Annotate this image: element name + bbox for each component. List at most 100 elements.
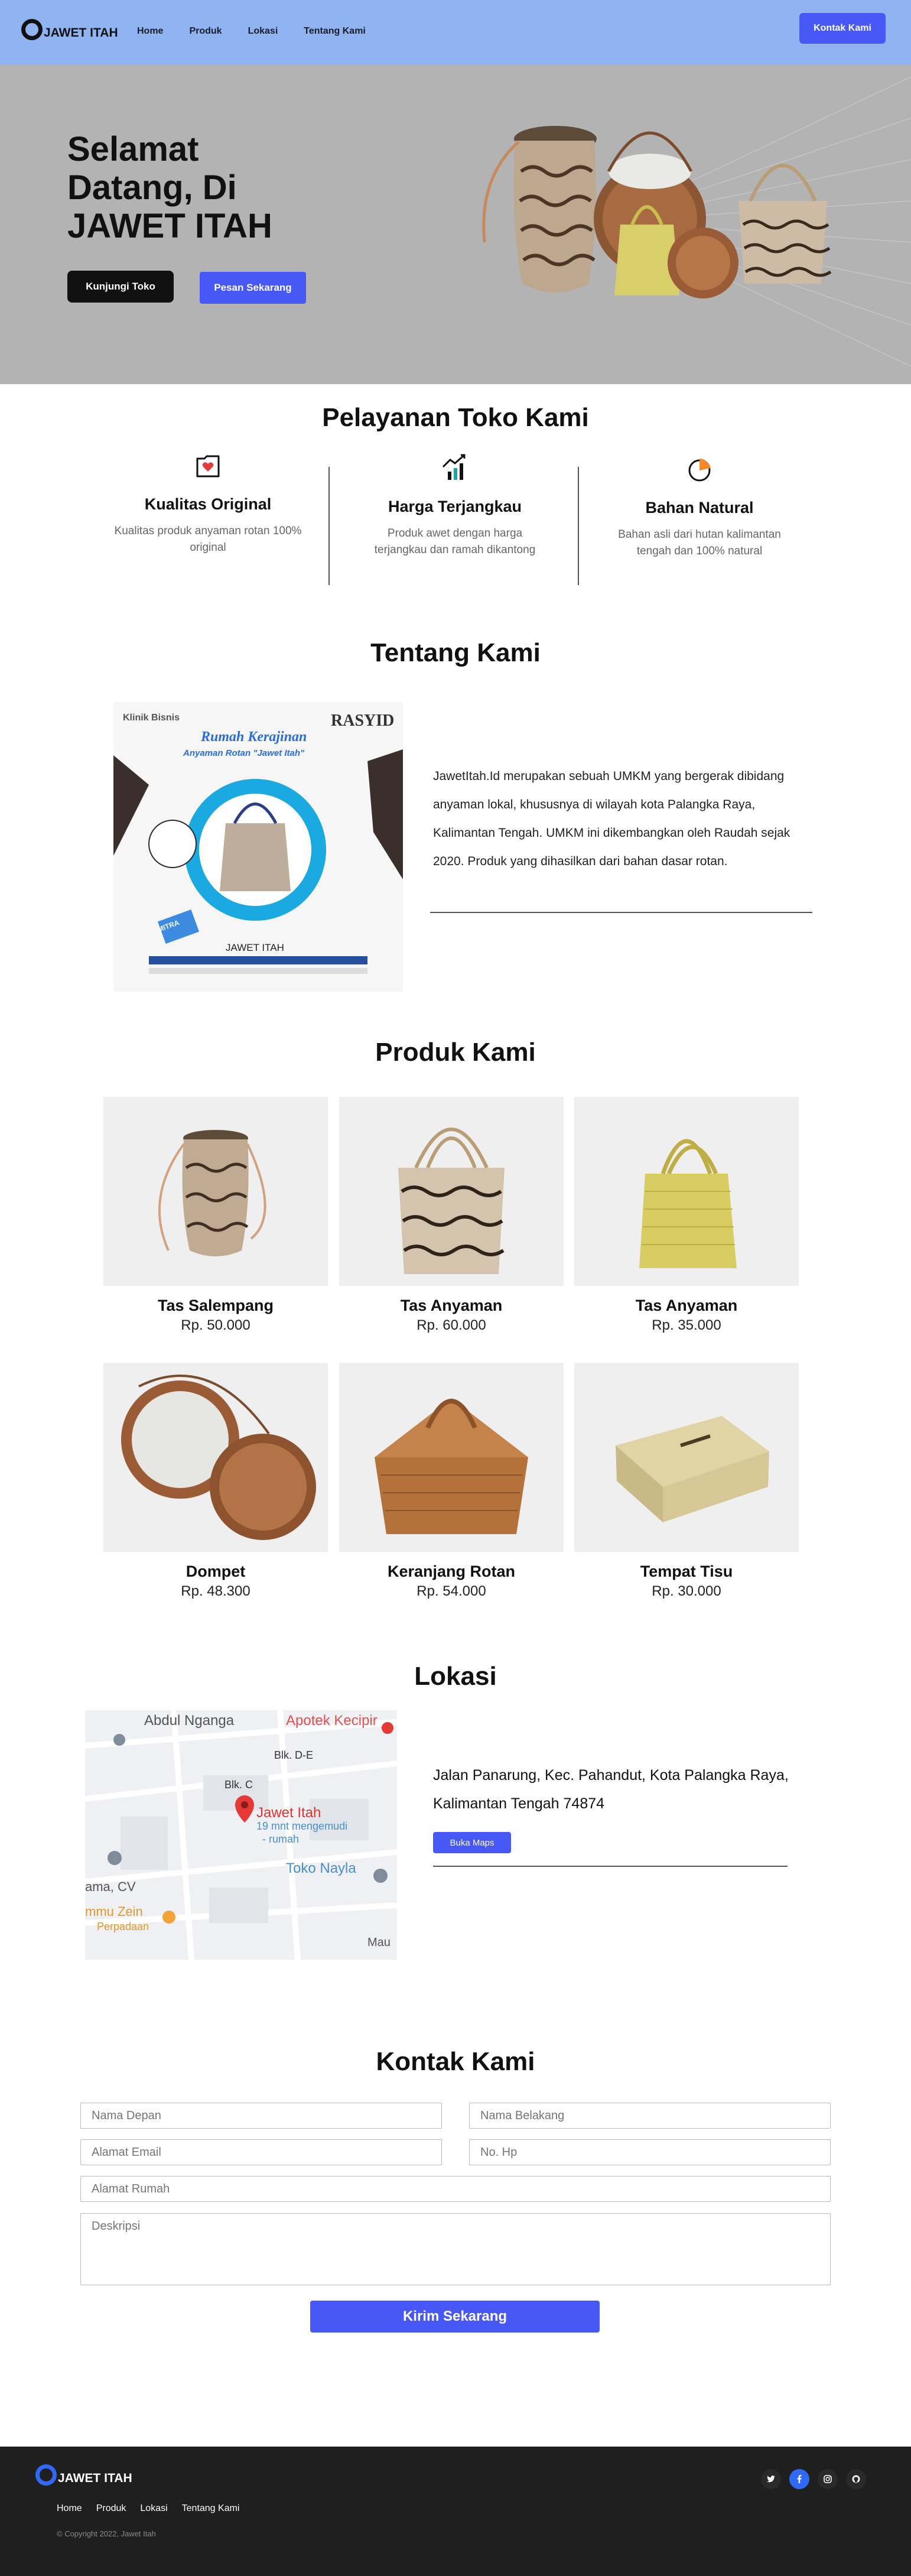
footer-logo-text: JAWET ITAH (58, 2471, 132, 2485)
hero-title: Selamat Datang, Di JAWET ITAH (67, 130, 272, 245)
contact-title: Kontak Kami (376, 2047, 535, 2076)
about-underline (430, 912, 812, 913)
email-field[interactable] (80, 2139, 442, 2165)
footer-link-produk[interactable]: Produk (96, 2503, 126, 2514)
product-image (103, 1363, 328, 1552)
map-embed[interactable]: Abdul Nganga Apotek Kecipir Blk. D-E Blk… (85, 1710, 397, 1960)
product-card[interactable]: Tempat Tisu Rp. 30.000 (574, 1363, 799, 1600)
submit-button[interactable]: Kirim Sekarang (310, 2301, 600, 2333)
footer-logo[interactable]: JAWET ITAH (35, 2464, 132, 2486)
product-name: Keranjang Rotan (387, 1563, 516, 1580)
leaf-pie-icon (688, 459, 711, 482)
hero-section: Selamat Datang, Di JAWET ITAH Kunjungi T… (0, 65, 911, 384)
github-icon[interactable] (846, 2469, 866, 2489)
last-name-field[interactable] (469, 2103, 831, 2129)
instagram-icon[interactable] (818, 2469, 838, 2489)
product-card[interactable]: Tas Salempang Rp. 50.000 (103, 1097, 328, 1334)
heart-box-icon (196, 455, 220, 477)
product-price: Rp. 60.000 (417, 1317, 486, 1333)
service-title: Kualitas Original (144, 495, 272, 513)
about-text: JawetItah.Id merupakan sebuah UMKM yang … (433, 769, 790, 868)
map-label: Apotek Kecipir (286, 1713, 378, 1729)
product-image (339, 1363, 564, 1552)
logo-ring-icon (35, 2464, 57, 2486)
about-poster-image: Klinik Bisnis RASYID Rumah Kerajinan Any… (113, 702, 403, 992)
product-card[interactable]: Tas Anyaman Rp. 60.000 (339, 1097, 564, 1334)
open-maps-button[interactable]: Buka Maps (433, 1832, 511, 1853)
map-pin-sub: 19 mnt mengemudi (256, 1820, 348, 1832)
poster-owner-label: JAWET ITAH (226, 942, 284, 953)
nav-link-lokasi[interactable]: Lokasi (248, 26, 278, 37)
map-label: mmu Zein (85, 1904, 143, 1919)
service-card-natural: Bahan Natural Bahan asli dari hutan kali… (587, 455, 812, 560)
footer-link-home[interactable]: Home (57, 2503, 82, 2514)
product-image (339, 1097, 564, 1286)
tissue-box-image (616, 1416, 769, 1522)
product-name: Tas Anyaman (635, 1297, 738, 1314)
yellow-bag-image (639, 1139, 737, 1268)
nav-link-home[interactable]: Home (137, 26, 163, 37)
map-pin-name: Jawet Itah (256, 1805, 321, 1821)
chart-up-icon (442, 454, 466, 480)
about-title: Tentang Kami (370, 638, 541, 667)
map-label: Toko Nayla (286, 1860, 356, 1876)
location-underline (433, 1866, 788, 1867)
product-card[interactable]: Tas Anyaman Rp. 35.000 (574, 1097, 799, 1334)
service-desc: Produk awet dengan harga terjangkau dan … (374, 527, 536, 556)
sling-bag-image (158, 1130, 266, 1256)
footer-link-lokasi[interactable]: Lokasi (140, 2503, 167, 2514)
logo[interactable]: JAWET ITAH (21, 19, 118, 40)
product-price: Rp. 54.000 (417, 1583, 486, 1599)
order-now-button[interactable]: Pesan Sekarang (200, 272, 306, 304)
address-field[interactable] (80, 2176, 831, 2202)
product-card[interactable]: Keranjang Rotan Rp. 54.000 (339, 1363, 564, 1600)
nav-link-tentang-kami[interactable]: Tentang Kami (304, 26, 366, 37)
service-divider (578, 467, 579, 585)
service-title: Harga Terjangkau (388, 498, 522, 515)
round-wallet-image (121, 1375, 316, 1540)
contact-button[interactable]: Kontak Kami (799, 13, 886, 44)
top-navbar: JAWET ITAH Home Produk Lokasi Tentang Ka… (0, 0, 911, 65)
rattan-basket-image (375, 1398, 528, 1534)
product-name: Tas Salempang (157, 1297, 274, 1314)
product-name: Tas Anyaman (400, 1297, 503, 1314)
product-card[interactable]: Dompet Rp. 48.300 (103, 1363, 328, 1600)
product-price: Rp. 30.000 (652, 1583, 721, 1599)
poster-headline: Rumah Kerajinan (201, 729, 307, 745)
first-name-field[interactable] (80, 2103, 442, 2129)
map-label: Blk. C (225, 1779, 253, 1791)
product-image (574, 1363, 799, 1552)
service-card-quality: Kualitas Original Kualitas produk anyama… (96, 451, 320, 556)
location-title: Lokasi (414, 1662, 497, 1691)
service-card-price: Harga Terjangkau Produk awet dengan harg… (343, 451, 567, 558)
address-text: Jalan Panarung, Kec. Pahandut, Kota Pala… (433, 1767, 789, 1812)
map-label: ama, CV (85, 1879, 136, 1894)
logo-ring-icon (21, 19, 43, 40)
nav-link-produk[interactable]: Produk (189, 26, 222, 37)
map-label: Blk. D-E (274, 1749, 314, 1761)
description-field[interactable] (80, 2213, 831, 2285)
footer-link-tentang-kami[interactable]: Tentang Kami (182, 2503, 240, 2514)
services-title: Pelayanan Toko Kami (322, 403, 589, 432)
logo-text: JAWET ITAH (44, 26, 118, 40)
poster-brand-right: RASYID (331, 712, 395, 730)
product-image (103, 1097, 328, 1286)
product-price: Rp. 50.000 (181, 1317, 250, 1333)
phone-field[interactable] (469, 2139, 831, 2165)
visit-store-button[interactable]: Kunjungi Toko (67, 271, 174, 303)
product-image (574, 1097, 799, 1286)
product-name: Dompet (186, 1563, 246, 1580)
map-label: Mau (367, 1936, 391, 1949)
page: JAWET ITAH Home Produk Lokasi Tentang Ka… (0, 0, 911, 2576)
poster-brand-left: Klinik Bisnis (123, 713, 180, 723)
twitter-icon[interactable] (761, 2469, 781, 2489)
product-name: Tempat Tisu (640, 1563, 733, 1580)
facebook-icon[interactable] (789, 2469, 809, 2489)
service-title: Bahan Natural (645, 499, 754, 517)
products-title: Produk Kami (375, 1038, 536, 1067)
footer-links: Home Produk Lokasi Tentang Kami (57, 2503, 253, 2514)
hero-bags-image (482, 126, 832, 298)
footer: JAWET ITAH Home Produk Lokasi Tentang Ka… (0, 2447, 911, 2576)
nav-links: Home Produk Lokasi Tentang Kami (137, 26, 392, 37)
woven-tote-image (398, 1128, 505, 1274)
